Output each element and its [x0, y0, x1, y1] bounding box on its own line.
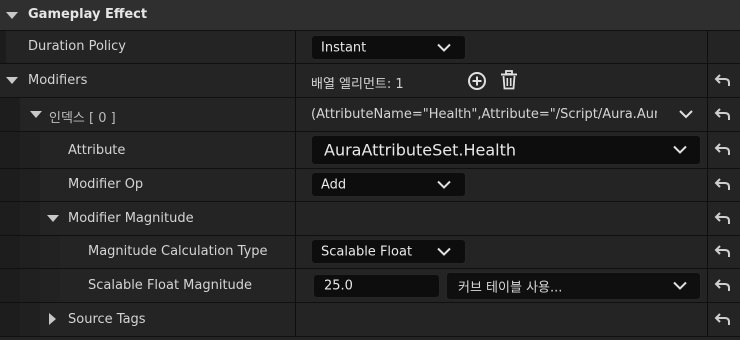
duration-policy-row: Duration Policy Instant — [0, 31, 740, 63]
modifier-op-row: Modifier Op Add — [0, 169, 740, 201]
reset-arrow-icon[interactable] — [712, 278, 732, 294]
modifier-magnitude-label: Modifier Magnitude — [68, 211, 194, 226]
reset-arrow-icon[interactable] — [712, 73, 732, 89]
array-index-row: 인덱스 [ 0 ] (AttributeName="Health",Attrib… — [0, 98, 740, 131]
chevron-down-icon — [437, 43, 451, 52]
calc-type-row: Magnitude Calculation Type Scalable Floa… — [0, 236, 740, 268]
expand-icon[interactable] — [47, 215, 59, 222]
expand-icon[interactable] — [30, 111, 42, 118]
reset-arrow-icon[interactable] — [712, 142, 732, 158]
array-index-summary: (AttributeName="Health",Attribute="/Scri… — [311, 107, 657, 122]
section-title: Gameplay Effect — [28, 7, 148, 22]
source-tags-row: Source Tags — [0, 303, 740, 336]
attribute-row: Attribute AuraAttributeSet.Health — [0, 132, 740, 168]
duration-policy-label: Duration Policy — [28, 39, 126, 54]
modifier-op-value: Add — [321, 177, 347, 192]
array-element-count: 배열 엘리먼트: 1 — [311, 77, 404, 92]
scalable-float-value: 25.0 — [324, 278, 353, 294]
modifiers-row: Modifiers 배열 엘리먼트: 1 — [0, 64, 740, 97]
chevron-down-icon — [673, 281, 687, 290]
curve-table-dropdown[interactable]: 커브 테이블 사용... — [446, 272, 701, 300]
chevron-down-icon — [673, 145, 687, 154]
reset-arrow-icon[interactable] — [712, 244, 732, 260]
collapsed-icon[interactable] — [49, 313, 56, 325]
expand-icon[interactable] — [6, 12, 18, 19]
chevron-down-icon[interactable] — [679, 110, 693, 119]
calc-type-label: Magnitude Calculation Type — [88, 244, 268, 259]
modifier-op-dropdown[interactable]: Add — [311, 172, 466, 197]
attribute-value: AuraAttributeSet.Health — [324, 140, 517, 160]
curve-table-placeholder: 커브 테이블 사용... — [458, 280, 563, 296]
modifiers-label: Modifiers — [28, 73, 88, 88]
attribute-label: Attribute — [68, 143, 126, 158]
modifier-op-label: Modifier Op — [68, 177, 144, 192]
section-header[interactable]: Gameplay Effect — [0, 0, 740, 30]
array-index-label: 인덱스 [ 0 ] — [49, 111, 116, 126]
reset-arrow-icon[interactable] — [712, 312, 732, 328]
attribute-dropdown[interactable]: AuraAttributeSet.Health — [311, 135, 701, 165]
plus-circle-icon[interactable] — [467, 71, 487, 91]
scalable-float-row: Scalable Float Magnitude 25.0 커브 테이블 사용.… — [0, 269, 740, 302]
modifier-magnitude-row: Modifier Magnitude — [0, 202, 740, 235]
trash-icon[interactable] — [500, 70, 518, 90]
scalable-float-label: Scalable Float Magnitude — [88, 278, 253, 293]
scalable-float-input[interactable]: 25.0 — [313, 274, 440, 298]
chevron-down-icon — [437, 180, 451, 189]
source-tags-label: Source Tags — [68, 312, 146, 327]
calc-type-dropdown[interactable]: Scalable Float — [311, 239, 466, 264]
chevron-down-icon — [437, 247, 451, 256]
duration-policy-dropdown[interactable]: Instant — [311, 35, 466, 60]
reset-arrow-icon[interactable] — [712, 211, 732, 227]
expand-icon[interactable] — [6, 77, 18, 84]
duration-policy-value: Instant — [321, 40, 367, 55]
reset-arrow-icon[interactable] — [712, 177, 732, 193]
reset-arrow-icon[interactable] — [712, 107, 732, 123]
calc-type-value: Scalable Float — [321, 244, 413, 259]
